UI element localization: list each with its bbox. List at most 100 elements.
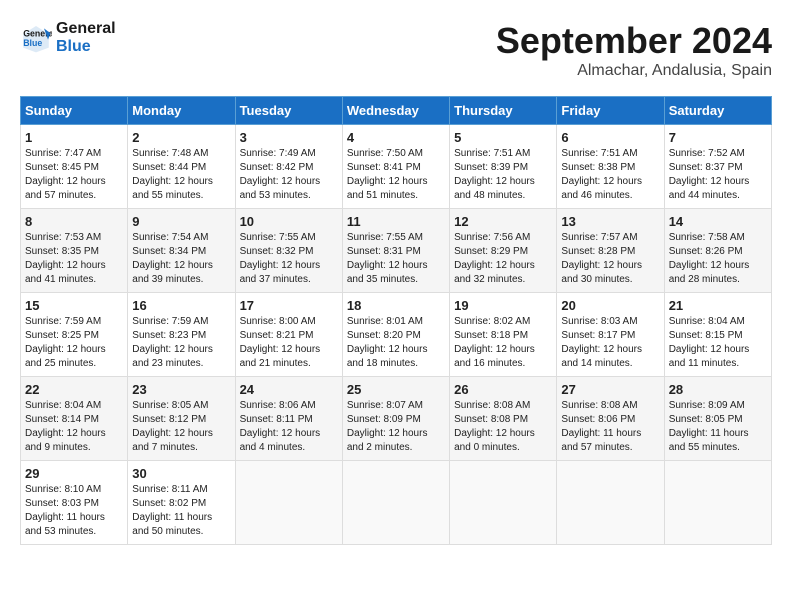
- day-number: 3: [240, 130, 338, 145]
- col-header-saturday: Saturday: [664, 97, 771, 125]
- calendar-cell: 29 Sunrise: 8:10 AMSunset: 8:03 PMDaylig…: [21, 461, 128, 545]
- calendar-cell: 4 Sunrise: 7:50 AMSunset: 8:41 PMDayligh…: [342, 125, 449, 209]
- day-number: 27: [561, 382, 659, 397]
- day-info: Sunrise: 8:08 AMSunset: 8:08 PMDaylight:…: [454, 399, 552, 455]
- calendar-cell: 24 Sunrise: 8:06 AMSunset: 8:11 PMDaylig…: [235, 377, 342, 461]
- day-number: 6: [561, 130, 659, 145]
- calendar-cell: [235, 461, 342, 545]
- day-number: 24: [240, 382, 338, 397]
- day-number: 19: [454, 298, 552, 313]
- day-number: 18: [347, 298, 445, 313]
- day-info: Sunrise: 7:52 AMSunset: 8:37 PMDaylight:…: [669, 147, 767, 203]
- svg-text:Blue: Blue: [23, 38, 42, 48]
- day-number: 4: [347, 130, 445, 145]
- day-number: 5: [454, 130, 552, 145]
- day-number: 21: [669, 298, 767, 313]
- day-info: Sunrise: 7:58 AMSunset: 8:26 PMDaylight:…: [669, 231, 767, 287]
- day-info: Sunrise: 8:11 AMSunset: 8:02 PMDaylight:…: [132, 483, 230, 539]
- calendar-cell: 28 Sunrise: 8:09 AMSunset: 8:05 PMDaylig…: [664, 377, 771, 461]
- day-number: 1: [25, 130, 123, 145]
- calendar-cell: 12 Sunrise: 7:56 AMSunset: 8:29 PMDaylig…: [450, 209, 557, 293]
- day-info: Sunrise: 7:59 AMSunset: 8:25 PMDaylight:…: [25, 315, 123, 371]
- calendar-header-row: SundayMondayTuesdayWednesdayThursdayFrid…: [21, 97, 772, 125]
- calendar-cell: [450, 461, 557, 545]
- day-info: Sunrise: 7:47 AMSunset: 8:45 PMDaylight:…: [25, 147, 123, 203]
- day-number: 23: [132, 382, 230, 397]
- day-info: Sunrise: 8:07 AMSunset: 8:09 PMDaylight:…: [347, 399, 445, 455]
- day-number: 12: [454, 214, 552, 229]
- calendar-cell: 21 Sunrise: 8:04 AMSunset: 8:15 PMDaylig…: [664, 293, 771, 377]
- day-info: Sunrise: 8:10 AMSunset: 8:03 PMDaylight:…: [25, 483, 123, 539]
- day-number: 11: [347, 214, 445, 229]
- calendar-week-5: 29 Sunrise: 8:10 AMSunset: 8:03 PMDaylig…: [21, 461, 772, 545]
- header: General Blue General Blue September 2024…: [20, 20, 772, 80]
- calendar-cell: 2 Sunrise: 7:48 AMSunset: 8:44 PMDayligh…: [128, 125, 235, 209]
- day-info: Sunrise: 8:01 AMSunset: 8:20 PMDaylight:…: [347, 315, 445, 371]
- calendar-cell: 22 Sunrise: 8:04 AMSunset: 8:14 PMDaylig…: [21, 377, 128, 461]
- day-info: Sunrise: 8:06 AMSunset: 8:11 PMDaylight:…: [240, 399, 338, 455]
- day-number: 28: [669, 382, 767, 397]
- day-info: Sunrise: 7:56 AMSunset: 8:29 PMDaylight:…: [454, 231, 552, 287]
- calendar-cell: 19 Sunrise: 8:02 AMSunset: 8:18 PMDaylig…: [450, 293, 557, 377]
- day-info: Sunrise: 8:02 AMSunset: 8:18 PMDaylight:…: [454, 315, 552, 371]
- day-number: 14: [669, 214, 767, 229]
- calendar-week-1: 1 Sunrise: 7:47 AMSunset: 8:45 PMDayligh…: [21, 125, 772, 209]
- day-number: 13: [561, 214, 659, 229]
- day-number: 22: [25, 382, 123, 397]
- day-info: Sunrise: 7:55 AMSunset: 8:31 PMDaylight:…: [347, 231, 445, 287]
- day-info: Sunrise: 8:04 AMSunset: 8:15 PMDaylight:…: [669, 315, 767, 371]
- day-info: Sunrise: 7:53 AMSunset: 8:35 PMDaylight:…: [25, 231, 123, 287]
- calendar-cell: 11 Sunrise: 7:55 AMSunset: 8:31 PMDaylig…: [342, 209, 449, 293]
- logo-text-blue: Blue: [56, 38, 116, 56]
- day-number: 17: [240, 298, 338, 313]
- month-title: September 2024: [496, 20, 772, 62]
- day-info: Sunrise: 7:55 AMSunset: 8:32 PMDaylight:…: [240, 231, 338, 287]
- calendar-cell: 1 Sunrise: 7:47 AMSunset: 8:45 PMDayligh…: [21, 125, 128, 209]
- day-info: Sunrise: 7:57 AMSunset: 8:28 PMDaylight:…: [561, 231, 659, 287]
- col-header-tuesday: Tuesday: [235, 97, 342, 125]
- calendar-week-3: 15 Sunrise: 7:59 AMSunset: 8:25 PMDaylig…: [21, 293, 772, 377]
- calendar-cell: [664, 461, 771, 545]
- day-number: 29: [25, 466, 123, 481]
- calendar-cell: 18 Sunrise: 8:01 AMSunset: 8:20 PMDaylig…: [342, 293, 449, 377]
- day-number: 15: [25, 298, 123, 313]
- day-info: Sunrise: 7:51 AMSunset: 8:38 PMDaylight:…: [561, 147, 659, 203]
- day-number: 10: [240, 214, 338, 229]
- calendar-cell: 9 Sunrise: 7:54 AMSunset: 8:34 PMDayligh…: [128, 209, 235, 293]
- calendar-cell: 3 Sunrise: 7:49 AMSunset: 8:42 PMDayligh…: [235, 125, 342, 209]
- day-number: 20: [561, 298, 659, 313]
- day-info: Sunrise: 8:08 AMSunset: 8:06 PMDaylight:…: [561, 399, 659, 455]
- day-number: 26: [454, 382, 552, 397]
- calendar-cell: 25 Sunrise: 8:07 AMSunset: 8:09 PMDaylig…: [342, 377, 449, 461]
- calendar-table: SundayMondayTuesdayWednesdayThursdayFrid…: [20, 96, 772, 545]
- calendar-cell: 17 Sunrise: 8:00 AMSunset: 8:21 PMDaylig…: [235, 293, 342, 377]
- calendar-cell: [342, 461, 449, 545]
- calendar-cell: 5 Sunrise: 7:51 AMSunset: 8:39 PMDayligh…: [450, 125, 557, 209]
- calendar-cell: 23 Sunrise: 8:05 AMSunset: 8:12 PMDaylig…: [128, 377, 235, 461]
- calendar-cell: 30 Sunrise: 8:11 AMSunset: 8:02 PMDaylig…: [128, 461, 235, 545]
- calendar-cell: 8 Sunrise: 7:53 AMSunset: 8:35 PMDayligh…: [21, 209, 128, 293]
- day-number: 9: [132, 214, 230, 229]
- day-info: Sunrise: 8:09 AMSunset: 8:05 PMDaylight:…: [669, 399, 767, 455]
- location-title: Almachar, Andalusia, Spain: [496, 62, 772, 80]
- day-info: Sunrise: 8:03 AMSunset: 8:17 PMDaylight:…: [561, 315, 659, 371]
- col-header-wednesday: Wednesday: [342, 97, 449, 125]
- day-number: 2: [132, 130, 230, 145]
- day-info: Sunrise: 7:48 AMSunset: 8:44 PMDaylight:…: [132, 147, 230, 203]
- calendar-cell: 6 Sunrise: 7:51 AMSunset: 8:38 PMDayligh…: [557, 125, 664, 209]
- day-info: Sunrise: 7:49 AMSunset: 8:42 PMDaylight:…: [240, 147, 338, 203]
- calendar-cell: 14 Sunrise: 7:58 AMSunset: 8:26 PMDaylig…: [664, 209, 771, 293]
- day-info: Sunrise: 7:50 AMSunset: 8:41 PMDaylight:…: [347, 147, 445, 203]
- calendar-cell: 26 Sunrise: 8:08 AMSunset: 8:08 PMDaylig…: [450, 377, 557, 461]
- day-number: 25: [347, 382, 445, 397]
- calendar-week-2: 8 Sunrise: 7:53 AMSunset: 8:35 PMDayligh…: [21, 209, 772, 293]
- calendar-cell: 7 Sunrise: 7:52 AMSunset: 8:37 PMDayligh…: [664, 125, 771, 209]
- calendar-cell: 13 Sunrise: 7:57 AMSunset: 8:28 PMDaylig…: [557, 209, 664, 293]
- calendar-week-4: 22 Sunrise: 8:04 AMSunset: 8:14 PMDaylig…: [21, 377, 772, 461]
- day-info: Sunrise: 7:51 AMSunset: 8:39 PMDaylight:…: [454, 147, 552, 203]
- logo-text-general: General: [56, 20, 116, 38]
- day-number: 16: [132, 298, 230, 313]
- day-info: Sunrise: 8:04 AMSunset: 8:14 PMDaylight:…: [25, 399, 123, 455]
- calendar-cell: 27 Sunrise: 8:08 AMSunset: 8:06 PMDaylig…: [557, 377, 664, 461]
- day-number: 7: [669, 130, 767, 145]
